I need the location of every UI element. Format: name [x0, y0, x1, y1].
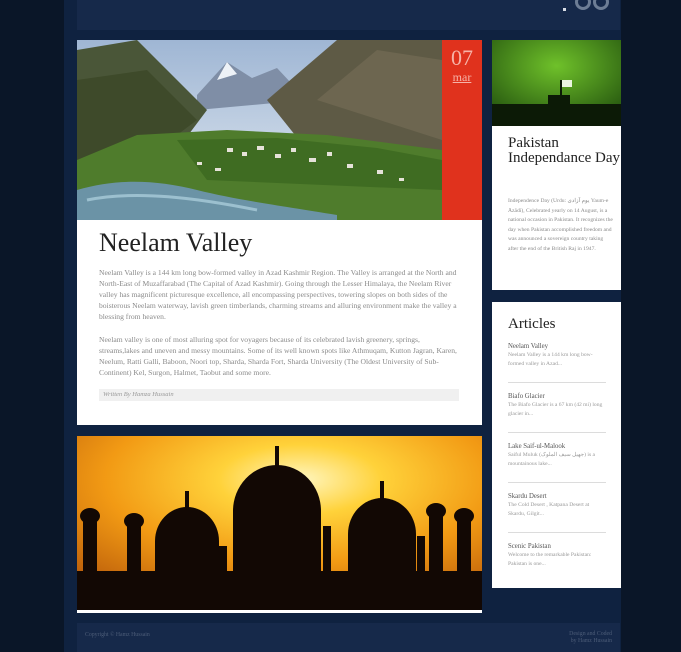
- footer-credit: Design and Coded by Hamz Hussain: [569, 631, 612, 645]
- right-gutter: [621, 0, 681, 652]
- independence-day-card: Pakistan Independance Day Independence D…: [492, 40, 621, 290]
- header-bar: [77, 0, 620, 30]
- post-date-badge: 07 mar: [442, 40, 482, 220]
- nav-dot-icon: [563, 8, 566, 11]
- post-title[interactable]: Neelam Valley: [99, 228, 252, 258]
- article-divider: [508, 432, 606, 433]
- footer-credit-line1: Design and Coded: [569, 631, 612, 637]
- article-divider: [508, 382, 606, 383]
- post-paragraph-1: Neelam Valley is a 144 km long bow-forme…: [99, 268, 457, 321]
- footer: Copyright © Hamz Hussain Design and Code…: [77, 623, 620, 652]
- independence-day-image[interactable]: [492, 40, 621, 126]
- article-title[interactable]: Neelam Valley: [508, 342, 606, 351]
- post-date-month[interactable]: mar: [442, 70, 482, 84]
- article-title[interactable]: Scenic Pakistan: [508, 542, 606, 551]
- article-snippet: The Cold Desert , Katpana Desert at Skar…: [508, 502, 590, 517]
- post-byline: Written By Hamza Hussain: [99, 389, 459, 401]
- social-circle-icon[interactable]: [575, 0, 591, 10]
- article-title[interactable]: Lake Saif-ul-Malook: [508, 442, 606, 451]
- article-item[interactable]: Skardu Desert The Cold Desert , Katpana …: [508, 492, 606, 518]
- post-divider: [77, 610, 482, 613]
- neelam-valley-photo[interactable]: [77, 40, 442, 220]
- articles-card: Articles Neelam Valley Neelam Valley is …: [492, 302, 621, 588]
- article-item[interactable]: Scenic Pakistan Welcome to the remarkabl…: [508, 542, 606, 568]
- article-divider: [508, 482, 606, 483]
- article-item[interactable]: Biafo Glacier The Biafo Glacier is a 67 …: [508, 392, 606, 418]
- article-item[interactable]: Lake Saif-ul-Malook Saiful Muluk (جھیل س…: [508, 442, 606, 468]
- card-title[interactable]: Pakistan Independance Day: [508, 136, 621, 166]
- article-title[interactable]: Biafo Glacier: [508, 392, 606, 401]
- article-snippet: Welcome to the remarkable Pakistan: Paki…: [508, 552, 592, 567]
- article-title[interactable]: Skardu Desert: [508, 492, 606, 501]
- post-date-day: 07: [451, 45, 473, 70]
- social-circle-icon[interactable]: [593, 0, 609, 10]
- card-description: Independence Day (Urdu: یوم آزادی‎ Yaum-…: [508, 198, 613, 252]
- post-neelam-valley: 07 mar Neelam Valley Neelam Valley is a …: [77, 40, 482, 425]
- article-item[interactable]: Neelam Valley Neelam Valley is a 144 km …: [508, 342, 606, 368]
- footer-credit-line2: by Hamz Hussain: [570, 638, 612, 644]
- left-gutter: [0, 0, 64, 652]
- article-snippet: The Biafo Glacier is a 67 km (42 mi) lon…: [508, 402, 603, 417]
- article-snippet: Saiful Muluk (جھیل سیف الملوک) is a moun…: [508, 452, 595, 467]
- mosque-sunset-photo[interactable]: [77, 436, 482, 610]
- footer-copyright: Copyright © Hamz Hussain: [85, 632, 150, 638]
- articles-heading: Articles: [508, 316, 556, 332]
- article-snippet: Neelam Valley is a 144 km long bow-forme…: [508, 352, 593, 367]
- post-paragraph-2: Neelam valley is one of most alluring sp…: [99, 335, 457, 377]
- article-divider: [508, 532, 606, 533]
